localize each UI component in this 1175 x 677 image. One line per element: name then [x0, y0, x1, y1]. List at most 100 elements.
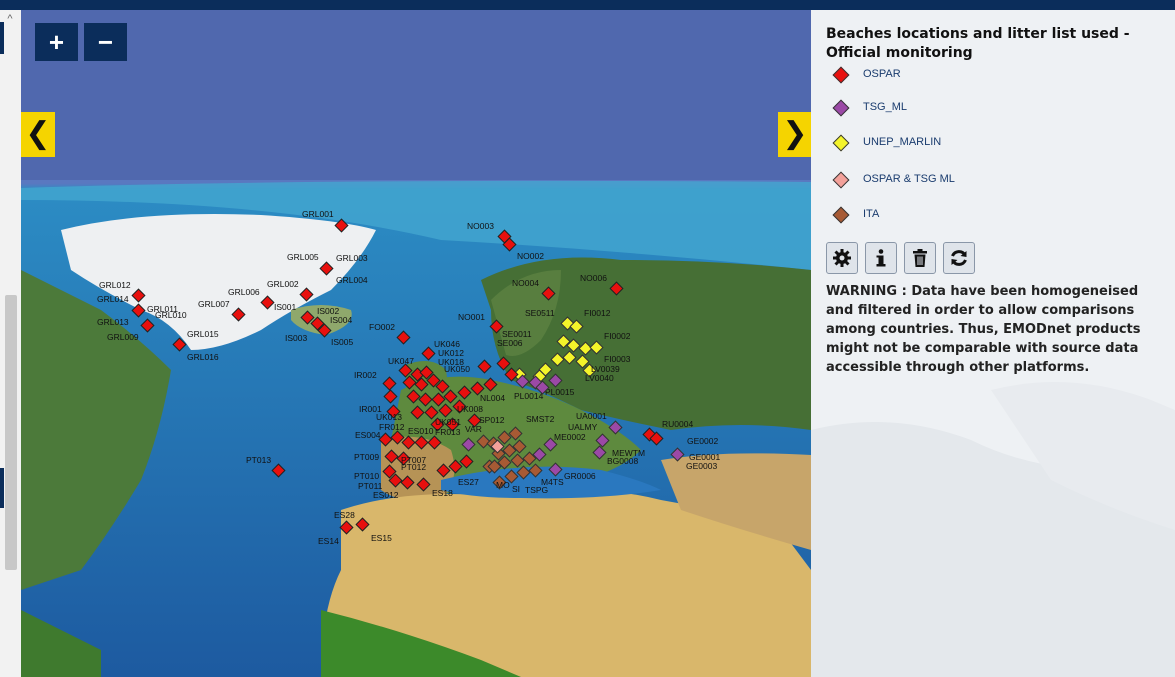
beach-marker[interactable] [355, 517, 370, 532]
beach-marker[interactable]: IS004 [310, 315, 352, 331]
delete-button[interactable] [904, 242, 936, 274]
beach-marker[interactable] [378, 432, 393, 447]
info-button[interactable] [865, 242, 897, 274]
beach-marker[interactable] [589, 340, 604, 355]
previous-arrow-button[interactable]: ❮ [21, 112, 55, 157]
beach-marker[interactable]: GRL003 [319, 253, 368, 276]
beach-marker[interactable] [410, 405, 425, 420]
beach-marker[interactable] [427, 435, 442, 450]
beach-marker[interactable] [608, 420, 623, 435]
beach-marker[interactable] [406, 389, 421, 404]
beach-marker[interactable] [496, 356, 511, 371]
beach-label: GRL012 [99, 280, 131, 290]
beach-label: UK050 [444, 364, 470, 374]
beach-label: ES28 [334, 510, 355, 520]
beach-marker[interactable] [595, 433, 610, 448]
beach-marker[interactable] [390, 430, 405, 445]
beach-marker[interactable] [510, 453, 525, 468]
beach-marker[interactable] [398, 363, 413, 378]
beach-marker[interactable] [421, 346, 436, 361]
beach-marker[interactable] [299, 287, 314, 302]
beach-marker[interactable]: NO003 [467, 221, 512, 244]
beach-marker[interactable] [260, 295, 275, 310]
beach-label: GRL009 [107, 332, 139, 342]
beach-marker[interactable] [418, 392, 433, 407]
beach-marker[interactable] [384, 449, 399, 464]
beach-marker[interactable] [131, 303, 146, 318]
beach-marker[interactable] [436, 463, 451, 478]
beach-marker[interactable] [382, 376, 397, 391]
beach-marker[interactable]: FO002 [369, 322, 411, 345]
beach-label: IR002 [354, 370, 377, 380]
beach-marker[interactable] [528, 463, 543, 478]
beach-marker[interactable] [131, 288, 146, 303]
beach-marker[interactable] [504, 367, 519, 382]
beach-marker[interactable] [575, 354, 590, 369]
beach-marker[interactable] [562, 350, 577, 365]
beach-marker[interactable] [396, 330, 411, 345]
beach-marker[interactable]: GRL015 [172, 329, 219, 352]
beach-marker[interactable] [489, 319, 504, 334]
beach-marker[interactable] [459, 454, 474, 469]
refresh-button[interactable] [943, 242, 975, 274]
beach-marker[interactable]: NO004 [512, 278, 556, 301]
beach-marker[interactable]: NO001 [458, 312, 504, 334]
beach-marker[interactable] [319, 261, 334, 276]
beach-marker[interactable] [477, 359, 492, 374]
map-view[interactable]: GRL001 GRL003 GRL005 GRL004 GRL002 GRL00… [21, 10, 811, 677]
beach-marker[interactable]: GRL006 [228, 287, 275, 310]
beach-marker[interactable] [461, 437, 476, 452]
beach-marker[interactable] [670, 447, 685, 462]
beach-marker[interactable] [457, 385, 472, 400]
beach-marker[interactable] [548, 462, 563, 477]
settings-button[interactable] [826, 242, 858, 274]
beach-marker[interactable] [438, 403, 453, 418]
beach-marker[interactable] [592, 445, 607, 460]
beach-marker[interactable] [271, 463, 286, 478]
side-tab [0, 468, 4, 508]
beach-marker[interactable] [300, 310, 315, 325]
beach-marker[interactable] [443, 389, 458, 404]
beach-marker[interactable] [550, 352, 565, 367]
page-scrollbar[interactable]: ^ [0, 10, 22, 677]
beach-label: PT013 [246, 455, 271, 465]
beach-marker[interactable] [448, 459, 463, 474]
beach-marker[interactable] [609, 281, 624, 296]
beach-marker[interactable] [172, 337, 187, 352]
beach-marker[interactable] [414, 435, 429, 450]
beach-marker[interactable] [541, 286, 556, 301]
zoom-in-button[interactable]: + [35, 23, 78, 61]
beach-marker[interactable] [476, 434, 491, 449]
beach-label: NO001 [458, 312, 485, 322]
beach-label: GRL005 [287, 252, 319, 262]
beach-marker[interactable] [339, 520, 354, 535]
beach-marker[interactable]: GRL002 [267, 279, 314, 302]
beach-marker[interactable] [334, 218, 349, 233]
scrollbar-thumb[interactable] [5, 295, 17, 570]
next-arrow-button[interactable]: ❯ [778, 112, 811, 157]
beach-marker[interactable] [401, 435, 416, 450]
zoom-out-button[interactable]: − [84, 23, 127, 61]
beach-marker[interactable] [516, 465, 531, 480]
beach-marker[interactable] [431, 392, 446, 407]
beach-marker[interactable]: GRL001 [302, 209, 349, 233]
beach-marker[interactable] [578, 341, 593, 356]
scroll-up-arrow-icon[interactable]: ^ [4, 12, 16, 26]
beach-marker[interactable] [548, 373, 563, 388]
beach-marker[interactable] [140, 318, 155, 333]
beach-label: UALMY [568, 422, 598, 432]
beach-marker[interactable]: RU0004 [642, 419, 693, 446]
beach-marker[interactable] [400, 475, 415, 490]
beach-markers-layer[interactable]: GRL001 GRL003 GRL005 GRL004 GRL002 GRL00… [21, 10, 811, 677]
beach-marker[interactable] [231, 307, 246, 322]
beach-marker[interactable]: NO006 [580, 273, 624, 296]
beach-marker[interactable]: IS003 [285, 323, 332, 343]
beach-marker[interactable]: NO002 [502, 237, 544, 261]
beach-marker[interactable] [402, 375, 417, 390]
beach-marker[interactable] [483, 377, 498, 392]
beach-marker[interactable]: GRL013 [97, 317, 155, 333]
beach-marker[interactable] [383, 389, 398, 404]
beach-label: GRL014 [97, 294, 129, 304]
beach-marker[interactable]: GRL007 [198, 299, 246, 322]
beach-marker[interactable] [416, 477, 431, 492]
